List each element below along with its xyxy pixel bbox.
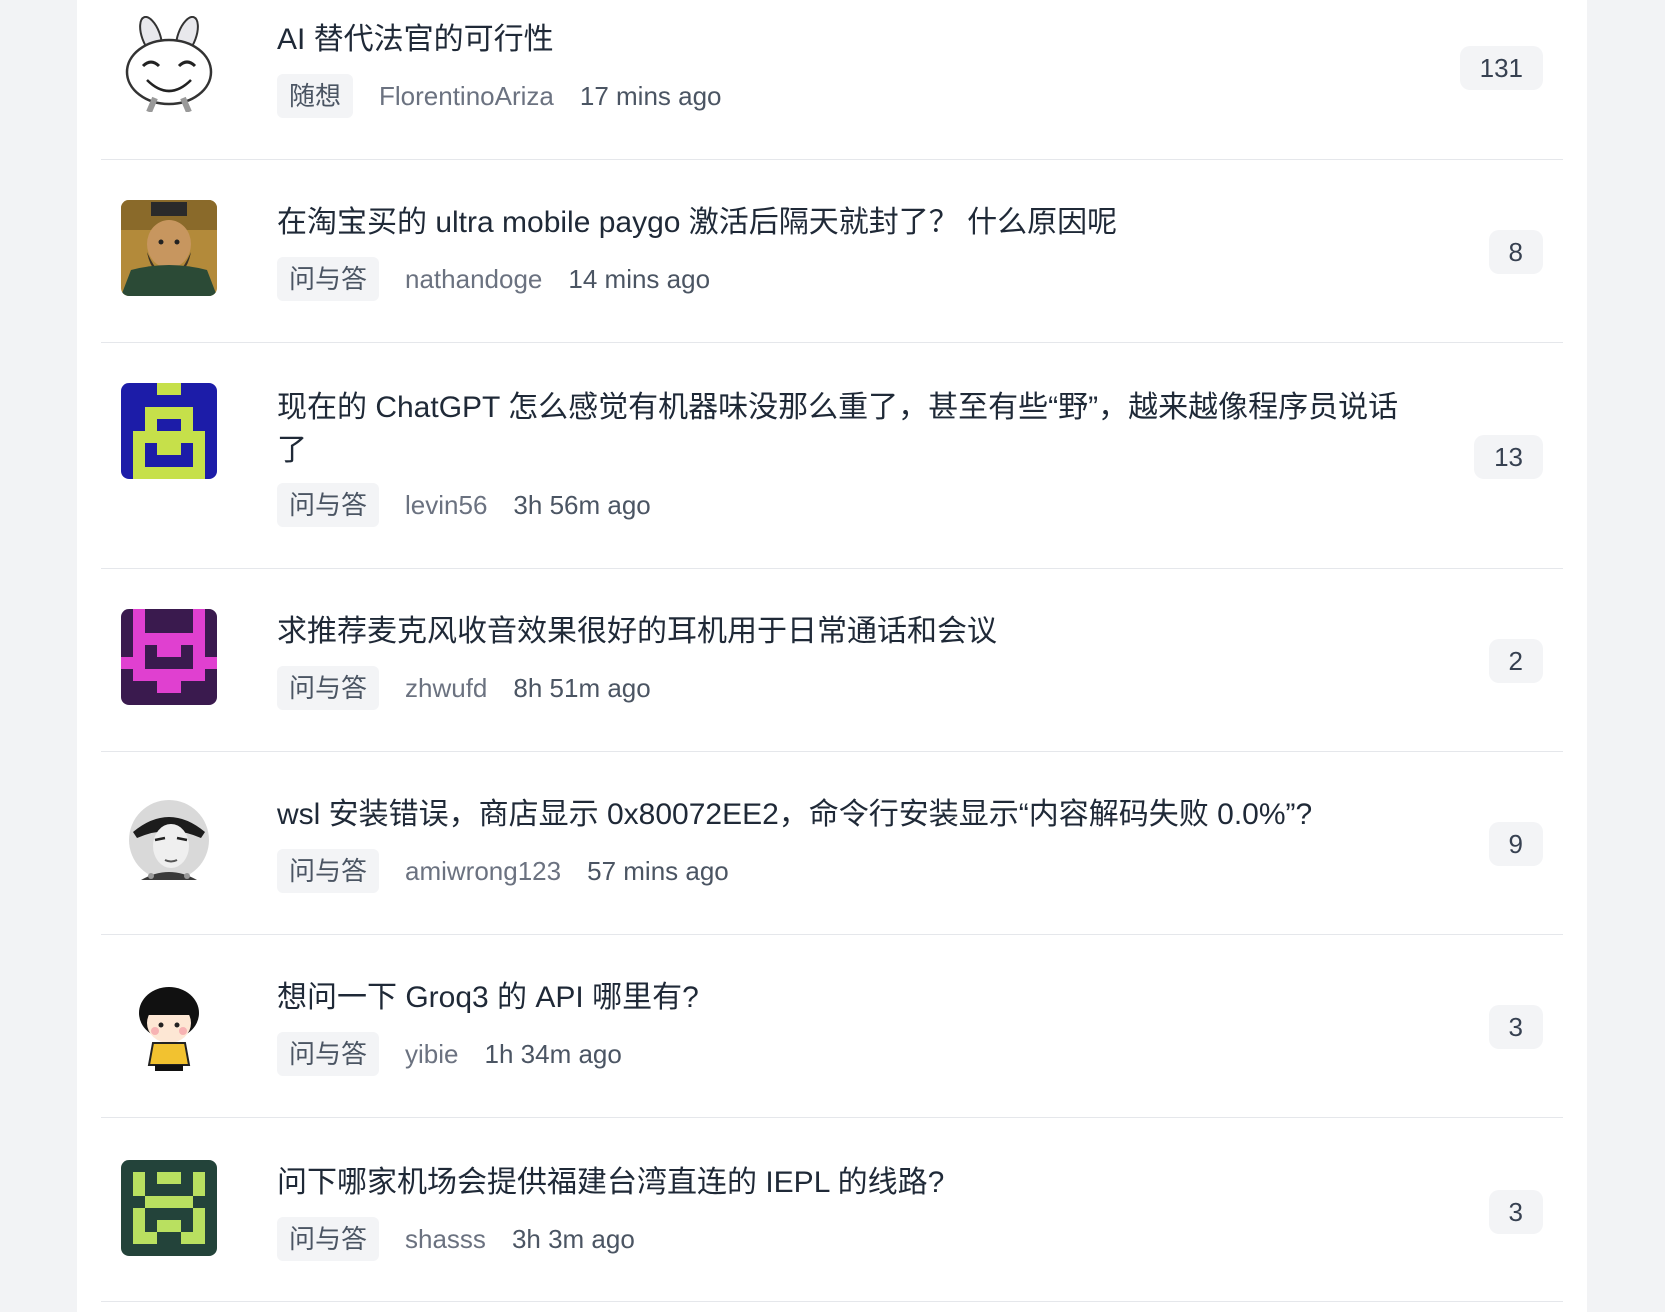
timestamp: 3h 56m ago — [513, 489, 651, 520]
anime-avatar-icon — [121, 792, 217, 888]
topic-meta: 问与答 amiwrong123 57 mins ago — [277, 849, 729, 893]
topic-item: 现在的 ChatGPT 怎么感觉有机器味没那么重了，甚至有些“野”，越来越像程序… — [101, 343, 1563, 569]
topic-title[interactable]: 问下哪家机场会提供福建台湾直连的 IEPL 的线路? — [277, 1161, 1407, 1204]
cartoon-girl-avatar-icon — [121, 975, 217, 1071]
avatar[interactable] — [121, 609, 217, 705]
node-tag[interactable]: 随想 — [277, 74, 354, 118]
node-tag[interactable]: 问与答 — [277, 849, 380, 893]
reply-count[interactable]: 13 — [1474, 435, 1543, 479]
reply-count[interactable]: 131 — [1459, 46, 1543, 90]
rabbit-avatar-icon — [121, 16, 217, 112]
node-tag[interactable]: 问与答 — [277, 666, 380, 710]
topic-meta: 问与答 nathandoge 14 mins ago — [277, 257, 710, 301]
topic-item: 问下哪家机场会提供福建台湾直连的 IEPL 的线路? 问与答 shasss 3h… — [101, 1118, 1563, 1302]
topic-title[interactable]: wsl 安装错误，商店显示 0x80072EE2，命令行安装显示“内容解码失败 … — [277, 793, 1407, 836]
topic-meta: 问与答 yibie 1h 34m ago — [277, 1032, 622, 1076]
topic-list: AI 替代法官的可行性 随想 FlorentinoAriza 17 mins a… — [77, 0, 1587, 1312]
topic-item: 求推荐麦克风收音效果很好的耳机用于日常通话和会议 问与答 zhwufd 8h 5… — [101, 569, 1563, 752]
topic-title[interactable]: 求推荐麦克风收音效果很好的耳机用于日常通话和会议 — [277, 610, 1407, 653]
reply-count[interactable]: 3 — [1488, 1005, 1543, 1049]
topic-item: AI 替代法官的可行性 随想 FlorentinoAriza 17 mins a… — [101, 0, 1563, 160]
author-link[interactable]: yibie — [405, 1039, 458, 1070]
timestamp: 14 mins ago — [568, 263, 711, 294]
node-tag[interactable]: 问与答 — [277, 1032, 380, 1076]
topic-title[interactable]: 在淘宝买的 ultra mobile paygo 激活后隔天就封了？ 什么原因呢 — [277, 201, 1407, 244]
timestamp: 3h 3m ago — [511, 1223, 635, 1254]
avatar[interactable] — [121, 792, 217, 888]
topic-item: wsl 安装错误，商店显示 0x80072EE2，命令行安装显示“内容解码失败 … — [101, 752, 1563, 935]
topic-title[interactable]: AI 替代法官的可行性 — [277, 18, 1407, 61]
author-link[interactable]: levin56 — [405, 490, 487, 521]
avatar[interactable] — [121, 975, 217, 1071]
reply-count[interactable]: 2 — [1488, 639, 1543, 683]
reply-count[interactable]: 3 — [1488, 1190, 1543, 1234]
topic-item: 在淘宝买的 ultra mobile paygo 激活后隔天就封了？ 什么原因呢… — [101, 160, 1563, 343]
portrait-avatar-icon — [121, 200, 217, 296]
pixel-avatar-icon — [121, 1160, 217, 1256]
node-tag[interactable]: 问与答 — [277, 1217, 380, 1261]
pixel-avatar-icon — [121, 609, 217, 705]
timestamp: 57 mins ago — [587, 855, 729, 886]
topic-title[interactable]: 想问一下 Groq3 的 API 哪里有? — [277, 976, 1407, 1019]
avatar[interactable] — [121, 383, 217, 479]
node-tag[interactable]: 问与答 — [277, 483, 380, 527]
author-link[interactable]: zhwufd — [405, 673, 487, 704]
timestamp: 8h 51m ago — [513, 672, 651, 703]
author-link[interactable]: shasss — [405, 1224, 486, 1255]
avatar[interactable] — [121, 16, 217, 112]
timestamp: 17 mins ago — [579, 80, 722, 111]
author-link[interactable]: amiwrong123 — [405, 856, 561, 887]
node-tag[interactable]: 问与答 — [277, 257, 380, 301]
topic-meta: 问与答 shasss 3h 3m ago — [277, 1217, 635, 1261]
topic-meta: 随想 FlorentinoAriza 17 mins ago — [277, 74, 722, 118]
avatar[interactable] — [121, 200, 217, 296]
reply-count[interactable]: 8 — [1488, 230, 1543, 274]
topic-meta: 问与答 zhwufd 8h 51m ago — [277, 666, 651, 710]
author-link[interactable]: FlorentinoAriza — [379, 81, 554, 112]
topic-item: 想问一下 Groq3 的 API 哪里有? 问与答 yibie 1h 34m a… — [101, 935, 1563, 1118]
topic-meta: 问与答 levin56 3h 56m ago — [277, 483, 651, 527]
avatar[interactable] — [121, 1160, 217, 1256]
pixel-avatar-icon — [121, 383, 217, 479]
author-link[interactable]: nathandoge — [405, 264, 542, 295]
reply-count[interactable]: 9 — [1488, 822, 1543, 866]
topic-title[interactable]: 现在的 ChatGPT 怎么感觉有机器味没那么重了，甚至有些“野”，越来越像程序… — [277, 386, 1407, 472]
timestamp: 1h 34m ago — [484, 1038, 622, 1069]
